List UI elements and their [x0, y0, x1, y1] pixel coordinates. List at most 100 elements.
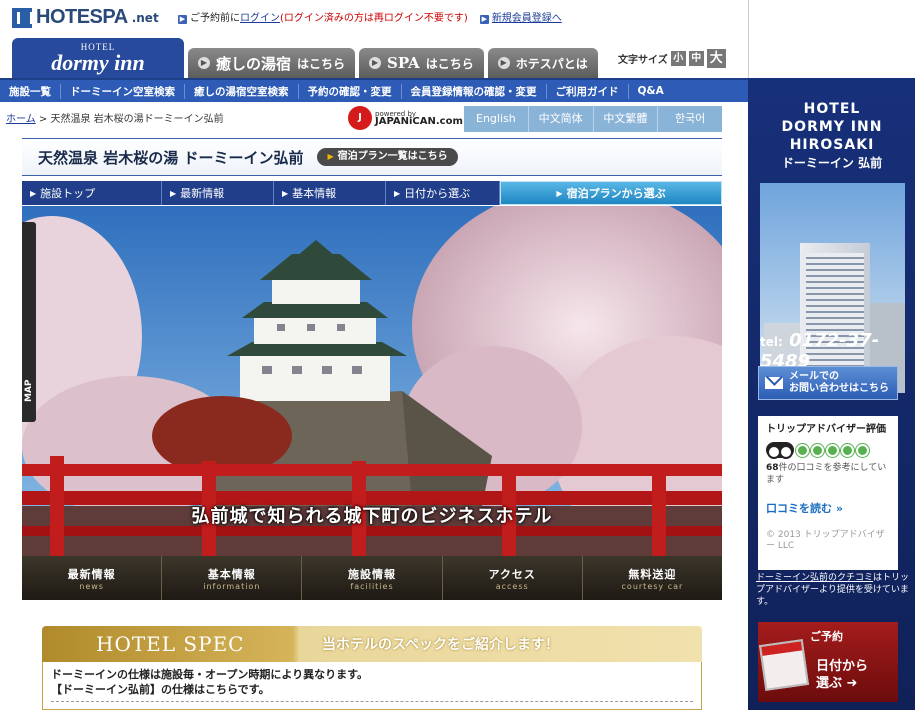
brand-tabs: HOTEL dormy inn ▶ 癒しの湯宿 はこちら ▶ SPA はこちら …: [12, 38, 598, 78]
powered-text: powered by JAPANiCAN.com: [375, 110, 463, 127]
subnav-facility-top[interactable]: ▶ 施設トップ: [22, 181, 162, 205]
global-nav-facilities[interactable]: 施設一覧: [0, 83, 61, 99]
hero-caption: 弘前城で知られる城下町のビジネスホテル: [191, 506, 553, 527]
font-size-large-button[interactable]: 大: [706, 49, 726, 68]
lang-english[interactable]: English: [464, 106, 529, 132]
tripadvisor-note: ドーミーイン弘前のクチコミはトリップアドバイザーより提供を受けています。: [756, 572, 912, 608]
lang-korean[interactable]: 한국어: [658, 106, 722, 132]
plan-list-button[interactable]: ▶ 宿泊プラン一覧はこちら: [317, 148, 458, 166]
font-size-control: 文字サイズ 小 中 大: [618, 49, 726, 68]
arrow-right-icon: ▶: [282, 188, 289, 198]
sidebar-hotel-name-line: HOTEL: [803, 101, 861, 117]
lang-traditional-chinese[interactable]: 中文繁體: [594, 106, 659, 132]
feature-menu-subtitle: facilities: [350, 581, 394, 591]
arrow-right-icon: ▶: [198, 57, 210, 69]
tel-label: tel:: [760, 335, 783, 349]
hotespa-logo-icon: [12, 7, 33, 28]
font-size-small-button[interactable]: 小: [670, 51, 686, 66]
tab-hotespa-about[interactable]: ▶ ホテスパとは: [487, 48, 598, 78]
subnav-label: 日付から選ぶ: [404, 187, 471, 200]
feature-menu-news[interactable]: 最新情報 news: [22, 556, 163, 600]
divider: [748, 0, 749, 78]
global-nav-yuyado-search[interactable]: 癒しの湯宿空室検索: [185, 83, 299, 99]
tripadvisor-note-link[interactable]: ドーミーイン弘前のクチコミ: [756, 573, 873, 583]
calendar-icon: [759, 639, 809, 691]
read-reviews-link[interactable]: 口コミを読む »: [766, 500, 890, 516]
tab-dormy-inn[interactable]: HOTEL dormy inn: [12, 38, 184, 78]
subnav-by-date[interactable]: ▶ 日付から選ぶ: [386, 181, 500, 205]
rating-circle-icon: [826, 443, 839, 457]
hotel-spec-body: ドーミーインの仕様は施設毎・オープン時期により異なります。 【ドーミーイン弘前】…: [42, 662, 702, 710]
breadcrumb-separator: >: [38, 114, 48, 125]
hotel-spec-header: HOTEL SPEC 当ホテルのスペックをご紹介します！: [42, 626, 702, 662]
breadcrumb-current: 天然温泉 岩木桜の湯ドーミーイン弘前: [50, 114, 224, 125]
reserve-by-date-button[interactable]: ご予約 日付から 選ぶ ➜: [758, 622, 898, 702]
global-nav-guide[interactable]: ご利用ガイド: [547, 83, 629, 99]
tab-iyashi-no-yuyado[interactable]: ▶ 癒しの湯宿 はこちら: [188, 48, 356, 78]
register-prompt: ▶ 新規会員登録へ: [479, 9, 562, 24]
map-tab[interactable]: MAP: [22, 222, 36, 422]
tripadvisor-title: トリップアドバイザー評価: [766, 424, 886, 435]
subnav-basic-info[interactable]: ▶ 基本情報: [274, 181, 386, 205]
japanican-badge[interactable]: J powered by JAPANiCAN.com: [348, 106, 463, 130]
logo-text: HOTESPA: [36, 6, 128, 28]
register-link[interactable]: 新規会員登録へ: [492, 13, 562, 24]
reserve-title: ご予約: [810, 630, 843, 643]
feature-menu-access[interactable]: アクセス access: [443, 556, 583, 600]
login-prefix: ご予約前に: [190, 13, 240, 24]
hero-image: 弘前城で知られる城下町のビジネスホテル: [22, 206, 722, 556]
subnav-label: 基本情報: [292, 187, 337, 200]
feature-menu-title: アクセス: [488, 567, 536, 581]
hotel-title-bar: 天然温泉 岩木桜の湯 ドーミーイン弘前 ▶ 宿泊プラン一覧はこちら: [22, 138, 722, 176]
spa-label: SPA: [387, 54, 420, 72]
breadcrumb-home-link[interactable]: ホーム: [6, 114, 36, 125]
global-nav-member-info[interactable]: 会員登録情報の確認・変更: [402, 83, 547, 99]
feature-menu-title: 最新情報: [67, 567, 116, 581]
sidebar-hotel-name: HOTEL DORMY INN HIROSAKI ドーミーイン 弘前: [758, 100, 906, 172]
hotespa-logo[interactable]: HOTESPA .net: [12, 6, 159, 29]
sidebar-hotel-name-jp: ドーミーイン 弘前: [781, 156, 883, 170]
reserve-label: 日付から 選ぶ ➜: [816, 658, 868, 692]
subnav-by-plan[interactable]: ▶ 宿泊プランから選ぶ: [500, 181, 722, 205]
hotespa-label: ホテスパとは: [515, 56, 588, 71]
login-link[interactable]: ログイン: [240, 13, 280, 24]
mail-line-1: メールでの: [789, 371, 839, 382]
global-nav-qa[interactable]: Q&A: [629, 85, 673, 97]
hotel-spec-line-1: ドーミーインの仕様は施設毎・オープン時期により異なります。: [51, 668, 369, 681]
global-nav-dormy-search[interactable]: ドーミーイン空室検索: [61, 83, 185, 99]
feature-menu-facilities[interactable]: 施設情報 facilities: [302, 556, 443, 600]
arrow-right-icon: ▶: [30, 188, 37, 198]
lang-simplified-chinese[interactable]: 中文简体: [529, 106, 594, 132]
map-tab-label: MAP: [24, 379, 34, 402]
spa-suffix: はこちら: [425, 56, 474, 71]
global-nav-reservation[interactable]: 予約の確認・変更: [299, 83, 402, 99]
feature-menu-title: 基本情報: [207, 567, 256, 581]
tripadvisor-owl-icon: [766, 442, 794, 459]
arrow-right-icon: ▶: [394, 188, 401, 198]
iyashi-suffix: はこちら: [297, 56, 346, 71]
logo-suffix: .net: [131, 10, 159, 25]
mail-inquiry-button[interactable]: メールでの お問い合わせはこちら: [758, 366, 898, 400]
arrow-right-icon: ▶: [178, 15, 187, 24]
hotel-spec-title: HOTEL SPEC: [96, 632, 245, 656]
rating-circle-icon: [811, 443, 824, 457]
page-title: 天然温泉 岩木桜の湯 ドーミーイン弘前: [38, 148, 304, 167]
sidebar: HOTEL DORMY INN HIROSAKI ドーミーイン 弘前 tel: …: [748, 78, 915, 710]
breadcrumb: ホーム > 天然温泉 岩木桜の湯ドーミーイン弘前: [6, 110, 224, 125]
login-note: (ログイン済みの方は再ログイン不要です): [280, 13, 468, 24]
subnav-news[interactable]: ▶ 最新情報: [162, 181, 274, 205]
tripadvisor-rating: [766, 442, 890, 459]
arrow-right-icon: ▶: [369, 57, 382, 69]
feature-menu-title: 無料送迎: [628, 567, 677, 581]
reserve-line-1: 日付から: [816, 659, 869, 674]
tab-spa[interactable]: ▶ SPA はこちら: [359, 48, 484, 78]
rating-circle-icon: [841, 443, 854, 457]
feature-menu-information[interactable]: 基本情報 information: [162, 556, 303, 600]
iyashi-label: 癒しの湯宿: [216, 54, 292, 73]
font-size-medium-button[interactable]: 中: [688, 51, 704, 66]
divider: [51, 701, 693, 702]
feature-menu-courtesy-car[interactable]: 無料送迎 courtesy car: [583, 556, 722, 600]
feature-menu-subtitle: courtesy car: [621, 581, 684, 591]
feature-menu: 最新情報 news 基本情報 information 施設情報 facilities …: [22, 556, 722, 600]
reserve-line-2: 選ぶ ➜: [816, 676, 858, 691]
